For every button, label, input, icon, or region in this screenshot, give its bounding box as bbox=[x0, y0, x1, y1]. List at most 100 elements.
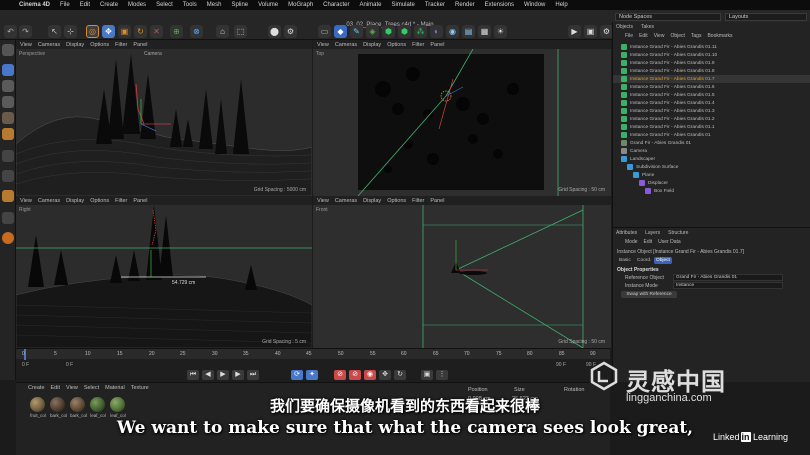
rotation-key-icon[interactable]: ↻ bbox=[394, 370, 406, 380]
menu-select[interactable]: Select bbox=[151, 2, 178, 8]
object-row[interactable]: Instance Grand Fir - Abies Grandis 01.11 bbox=[613, 43, 810, 51]
node-spaces-dropdown[interactable]: Node Spaces bbox=[615, 13, 721, 21]
object-row[interactable]: Camera bbox=[613, 147, 810, 155]
scale-icon[interactable]: ▣ bbox=[118, 25, 131, 38]
viewport-perspective[interactable]: View Cameras Display Options Filter Pane… bbox=[16, 40, 312, 196]
redo-icon[interactable]: ↷ bbox=[19, 25, 32, 38]
vp-menu-cameras[interactable]: Cameras bbox=[38, 198, 60, 204]
menu-animate[interactable]: Animate bbox=[355, 2, 387, 8]
edges-mode-icon[interactable] bbox=[2, 80, 14, 92]
vp-menu-panel[interactable]: Panel bbox=[430, 42, 444, 48]
vp-menu-options[interactable]: Options bbox=[90, 198, 109, 204]
menu-modes[interactable]: Modes bbox=[123, 2, 151, 8]
menu-window[interactable]: Window bbox=[519, 2, 550, 8]
vp-menu-view[interactable]: View bbox=[317, 198, 329, 204]
pla-key-icon[interactable]: ⋮ bbox=[436, 370, 448, 380]
menu-simulate[interactable]: Simulate bbox=[387, 2, 420, 8]
vp-menu-view[interactable]: View bbox=[317, 42, 329, 48]
tab-coord[interactable]: Coord. bbox=[635, 257, 653, 264]
mat-menu-create[interactable]: Create bbox=[28, 385, 45, 391]
vp-menu-display[interactable]: Display bbox=[66, 198, 84, 204]
vp-menu-options[interactable]: Options bbox=[387, 42, 406, 48]
menu-help[interactable]: Help bbox=[550, 2, 572, 8]
sculpt-icon[interactable] bbox=[2, 232, 14, 244]
om-menu-view[interactable]: View bbox=[654, 33, 665, 41]
current-frame-field[interactable]: 0 F bbox=[66, 362, 73, 368]
object-row[interactable]: Instance Grand Fir - Abies Grandis 01.6 bbox=[613, 83, 810, 91]
vp-menu-display[interactable]: Display bbox=[363, 42, 381, 48]
live-selection-icon[interactable]: ↖ bbox=[48, 25, 61, 38]
position-key-icon[interactable]: ✥ bbox=[379, 370, 391, 380]
tab-structure[interactable]: Structure bbox=[665, 230, 688, 236]
axis-y-icon[interactable]: ⊕ bbox=[170, 25, 183, 38]
select-icon[interactable]: ⊹ bbox=[64, 25, 77, 38]
vp-menu-filter[interactable]: Filter bbox=[115, 42, 127, 48]
mat-menu-texture[interactable]: Texture bbox=[131, 385, 149, 391]
axis-mode-icon[interactable] bbox=[2, 150, 14, 162]
field-icon[interactable]: ◉ bbox=[446, 25, 459, 38]
menu-tracker[interactable]: Tracker bbox=[420, 2, 450, 8]
om-menu-edit[interactable]: Edit bbox=[639, 33, 648, 41]
generator-icon[interactable]: ◈ bbox=[366, 25, 379, 38]
object-row[interactable]: Instance Grand Fir - Abies Grandis 01 bbox=[613, 131, 810, 139]
vp-menu-panel[interactable]: Panel bbox=[133, 198, 147, 204]
workplane-icon[interactable] bbox=[2, 212, 14, 224]
vp-menu-options[interactable]: Options bbox=[387, 198, 406, 204]
vp-menu-panel[interactable]: Panel bbox=[430, 198, 444, 204]
tweak-mode-icon[interactable] bbox=[2, 170, 14, 182]
subdivision-icon[interactable]: ⬢ bbox=[382, 25, 395, 38]
render-active-view-icon[interactable]: ▶ bbox=[568, 25, 581, 38]
object-row[interactable]: Displacer bbox=[613, 179, 810, 187]
mat-menu-material[interactable]: Material bbox=[105, 385, 125, 391]
object-row[interactable]: Instance Grand Fir - Abies Grandis 01.8 bbox=[613, 67, 810, 75]
object-row-selected[interactable]: Instance Grand Fir - Abies Grandis 01.7 bbox=[613, 75, 810, 83]
am-menu-edit[interactable]: Edit bbox=[644, 239, 653, 247]
keyframe-selection-icon[interactable]: ◉ bbox=[364, 370, 376, 380]
render-settings-icon[interactable]: ⚙ bbox=[284, 25, 297, 38]
array-icon[interactable]: ⬢ bbox=[398, 25, 411, 38]
vp-menu-cameras[interactable]: Cameras bbox=[38, 42, 60, 48]
scene-icon[interactable]: ▦ bbox=[478, 25, 491, 38]
timeline[interactable]: 0 5 10 15 20 25 30 35 40 45 50 55 60 65 … bbox=[16, 348, 610, 382]
render-view-icon[interactable]: ⬤ bbox=[268, 25, 281, 38]
om-menu-object[interactable]: Object bbox=[670, 33, 684, 41]
move-tool-icon[interactable]: ◎ bbox=[86, 25, 99, 38]
vp-menu-cameras[interactable]: Cameras bbox=[335, 198, 357, 204]
world-coords-icon[interactable]: ⌂ bbox=[216, 25, 229, 38]
axis-z-icon[interactable]: ⊗ bbox=[190, 25, 203, 38]
object-row[interactable]: Instance Grand Fir - Abies Grandis 01.4 bbox=[613, 99, 810, 107]
timeline-ruler[interactable] bbox=[16, 349, 610, 359]
layouts-dropdown[interactable]: Layouts bbox=[725, 13, 807, 21]
object-row[interactable]: Plane bbox=[613, 171, 810, 179]
object-row[interactable]: Instance Grand Fir - Abies Grandis 01.3 bbox=[613, 107, 810, 115]
cloner-icon[interactable]: ⁂ bbox=[414, 25, 427, 38]
am-menu-userdata[interactable]: User Data bbox=[658, 239, 681, 247]
start-frame-field[interactable]: 0 F bbox=[22, 362, 29, 368]
tab-basic[interactable]: Basic bbox=[617, 257, 633, 264]
vp-menu-filter[interactable]: Filter bbox=[412, 42, 424, 48]
viewport-right[interactable]: View Cameras Display Options Filter Pane… bbox=[16, 196, 312, 348]
object-row[interactable]: Grand Fir - Abies Grandis 01 bbox=[613, 139, 810, 147]
menu-spline[interactable]: Spline bbox=[226, 2, 253, 8]
record-icon[interactable]: ⊘ bbox=[334, 370, 346, 380]
vp-menu-display[interactable]: Display bbox=[363, 198, 381, 204]
uv-mode-icon[interactable] bbox=[2, 112, 14, 124]
instance-mode-select[interactable]: Instance bbox=[673, 282, 783, 289]
goto-end-icon[interactable]: ⏭ bbox=[247, 370, 259, 380]
move-icon[interactable]: ✥ bbox=[102, 25, 115, 38]
object-mode-icon[interactable] bbox=[2, 128, 14, 140]
menu-render[interactable]: Render bbox=[450, 2, 480, 8]
menu-file[interactable]: File bbox=[55, 2, 75, 8]
axis-x-icon[interactable]: ✕ bbox=[150, 25, 163, 38]
vp-menu-display[interactable]: Display bbox=[66, 42, 84, 48]
goto-start-icon[interactable]: ⏮ bbox=[187, 370, 199, 380]
om-menu-tags[interactable]: Tags bbox=[691, 33, 702, 41]
model-mode-icon[interactable] bbox=[2, 44, 14, 56]
object-row[interactable]: Instance Grand Fir - Abies Grandis 01.5 bbox=[613, 91, 810, 99]
loop-icon[interactable]: ⟳ bbox=[291, 370, 303, 380]
om-menu-bookmarks[interactable]: Bookmarks bbox=[707, 33, 732, 41]
camera-icon[interactable]: ▭ bbox=[318, 25, 331, 38]
cube-icon[interactable]: ◆ bbox=[334, 25, 347, 38]
menu-mesh[interactable]: Mesh bbox=[202, 2, 227, 8]
floor-icon[interactable]: ▤ bbox=[462, 25, 475, 38]
